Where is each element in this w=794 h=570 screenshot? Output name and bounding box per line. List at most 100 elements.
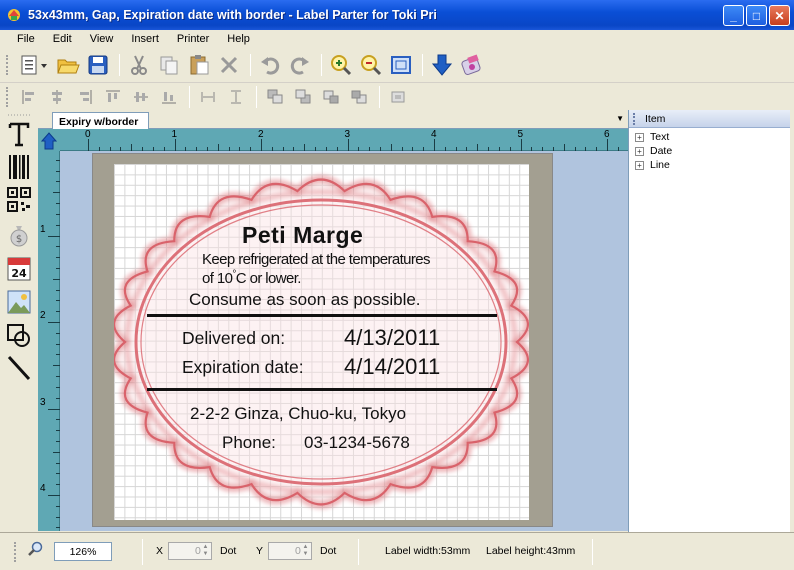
undo-button[interactable] (256, 51, 284, 79)
barcode-tool[interactable] (5, 153, 33, 181)
send-backward-button[interactable] (346, 85, 372, 109)
expiration-label[interactable]: Expiration date: (182, 357, 304, 378)
print-button[interactable] (458, 51, 486, 79)
ruler-minor-tick (56, 343, 60, 345)
transfer-button[interactable] (428, 51, 456, 79)
align-right-button[interactable] (72, 85, 98, 109)
menu-file[interactable]: File (8, 33, 44, 45)
paste-icon (190, 55, 209, 75)
distribute-horizontal-button[interactable] (195, 85, 221, 109)
text-tool[interactable] (5, 120, 33, 148)
open-button[interactable] (54, 51, 82, 79)
ruler-minor-tick (56, 527, 60, 529)
zoom-magnifier-icon[interactable] (28, 541, 44, 557)
spin-arrows-icon[interactable]: ▲ ▼ (201, 544, 210, 558)
menu-insert[interactable]: Insert (122, 33, 168, 45)
delivered-date[interactable]: 4/13/2011 (344, 325, 440, 351)
item-panel-header[interactable]: Item (629, 110, 790, 128)
cut-button[interactable] (125, 51, 153, 79)
zoom-level-field[interactable]: 126% (54, 542, 112, 561)
image-tool[interactable] (5, 288, 33, 316)
menu-edit[interactable]: Edit (44, 33, 81, 45)
expand-plus-icon[interactable]: + (635, 132, 644, 142)
price-tool[interactable]: $ (5, 221, 33, 249)
toolbar-grip[interactable] (6, 55, 10, 75)
ruler-corner[interactable] (38, 129, 60, 151)
properties-button[interactable] (385, 85, 411, 109)
phone-label[interactable]: Phone: (222, 433, 276, 453)
copy-button[interactable] (155, 51, 183, 79)
toolbar-grip[interactable] (6, 86, 10, 107)
bring-forward-button[interactable] (318, 85, 344, 109)
ruler-minor-tick (56, 376, 60, 378)
align-middle-button[interactable] (128, 85, 154, 109)
distribute-vertical-button[interactable] (223, 85, 249, 109)
menu-printer[interactable]: Printer (168, 33, 218, 45)
new-document-icon (21, 55, 47, 75)
paste-button[interactable] (185, 51, 213, 79)
close-button[interactable]: ✕ (769, 5, 790, 26)
divider-line-top[interactable] (147, 314, 497, 317)
shape-tool[interactable] (5, 322, 33, 350)
divider-line-bottom[interactable] (147, 388, 497, 391)
shapes-icon (7, 324, 30, 347)
date-tool[interactable]: 24 (5, 254, 33, 282)
align-left-button[interactable] (16, 85, 42, 109)
label-storage-line1[interactable]: Keep refrigerated at the temperatures (202, 251, 431, 268)
save-button[interactable] (84, 51, 112, 79)
tree-item-text[interactable]: + Text (629, 130, 790, 144)
ruler-minor-tick (53, 278, 60, 280)
tab-dropdown-icon[interactable]: ▼ (616, 114, 624, 123)
ruler-label: 2 (258, 129, 264, 140)
tools-grip[interactable] (5, 112, 33, 118)
expand-plus-icon[interactable]: + (635, 146, 644, 156)
vertical-ruler: 01234 (38, 129, 60, 531)
ruler-label: 4 (431, 129, 437, 140)
label-title[interactable]: Peti Marge (242, 222, 363, 249)
scalloped-border[interactable] (114, 164, 529, 520)
bring-to-front-button[interactable] (262, 85, 288, 109)
fit-page-button[interactable] (387, 51, 415, 79)
tab-expiry-border[interactable]: Expiry w/border (52, 112, 150, 130)
ruler-minor-tick (477, 144, 479, 151)
align-top-button[interactable] (100, 85, 126, 109)
new-label-button[interactable] (16, 51, 52, 79)
minimize-button[interactable]: _ (723, 5, 744, 26)
app-icon (8, 9, 20, 21)
picture-icon (7, 290, 31, 314)
y-position-input[interactable]: 0 ▲ ▼ (268, 542, 312, 560)
ruler-minor-tick (56, 354, 60, 356)
alignment-toolbar (0, 82, 794, 110)
menu-view[interactable]: View (81, 33, 123, 45)
delete-button[interactable] (215, 51, 243, 79)
qrcode-tool[interactable] (5, 186, 33, 214)
zoom-in-button[interactable] (327, 51, 355, 79)
label-storage-line2[interactable]: of 10°C or lower. (202, 269, 301, 287)
phone-number[interactable]: 03-1234-5678 (304, 433, 410, 453)
maximize-button[interactable]: □ (746, 5, 767, 26)
expand-plus-icon[interactable]: + (635, 160, 644, 170)
align-center-icon (52, 89, 62, 104)
spin-arrows-icon[interactable]: ▲ ▼ (301, 544, 310, 558)
delivered-label[interactable]: Delivered on: (182, 328, 285, 349)
redo-button[interactable] (286, 51, 314, 79)
address-text[interactable]: 2-2-2 Ginza, Chuo-ku, Tokyo (190, 404, 406, 424)
ruler-minor-tick (574, 147, 576, 151)
bring-forward-icon (323, 90, 339, 103)
menu-help[interactable]: Help (218, 33, 259, 45)
ruler-minor-tick (196, 147, 198, 151)
line-tool[interactable] (5, 354, 33, 382)
x-position-input[interactable]: 0 ▲ ▼ (168, 542, 212, 560)
label-paper[interactable]: Peti Marge Keep refrigerated at the temp… (114, 164, 529, 520)
tree-item-line[interactable]: + Line (629, 158, 790, 172)
label-canvas[interactable]: 0 1 2 3 4 5 6 0 1 2 3 4 Peti Marge Keep refrigerat… (38, 129, 628, 531)
send-to-back-button[interactable] (290, 85, 316, 109)
align-center-button[interactable] (44, 85, 70, 109)
expiration-date[interactable]: 4/14/2011 (344, 354, 440, 380)
ruler-major-tick (48, 235, 60, 237)
label-consume-line[interactable]: Consume as soon as possible. (189, 290, 421, 310)
ruler-minor-tick (617, 147, 619, 151)
align-bottom-button[interactable] (156, 85, 182, 109)
zoom-out-button[interactable] (357, 51, 385, 79)
tree-item-date[interactable]: + Date (629, 144, 790, 158)
